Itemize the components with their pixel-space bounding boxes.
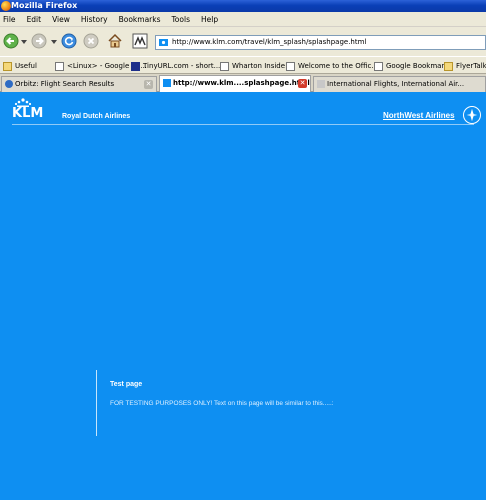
bookmark-label: Google Bookmark	[386, 62, 449, 70]
bookmark-wharton[interactable]: Wharton Inside	[220, 60, 285, 72]
forward-history-dropdown-icon[interactable]	[51, 40, 57, 44]
bookmark-welcome[interactable]: Welcome to the Offic...	[286, 60, 378, 72]
page-icon	[317, 80, 325, 88]
back-history-dropdown-icon[interactable]	[21, 40, 27, 44]
bookmark-label: TinyURL.com - short...	[143, 62, 221, 70]
menu-view[interactable]: View	[52, 15, 70, 24]
stop-icon[interactable]	[83, 33, 99, 49]
page-icon	[220, 61, 229, 71]
tab-label: Orbitz: Flight Search Results	[15, 80, 115, 88]
close-tab-icon[interactable]: ✕	[144, 80, 153, 89]
menu-bar: File Edit View History Bookmarks Tools H…	[0, 12, 486, 27]
test-title: Test page	[110, 381, 143, 388]
klm-logo: KLM	[12, 106, 44, 121]
window-titlebar: Mozilla Firefox	[0, 0, 486, 12]
bookmark-google-bookmark[interactable]: Google Bookmark	[374, 60, 448, 72]
bookmark-flyertalk[interactable]: FlyerTalk	[444, 60, 486, 72]
tab-klm[interactable]: http://www.klm....splashpage.html ✕	[159, 75, 311, 92]
menu-history[interactable]: History	[81, 15, 108, 24]
home-icon[interactable]	[107, 33, 123, 49]
klm-site-icon	[163, 79, 171, 87]
window-title: Mozilla Firefox	[11, 1, 78, 10]
test-text: FOR TESTING PURPOSES ONLY! Text on this …	[110, 400, 334, 407]
header-divider	[12, 124, 474, 125]
bookmark-label: Welcome to the Offic...	[298, 62, 379, 70]
url-bar[interactable]: http://www.klm.com/travel/klm_splash/spl…	[155, 35, 486, 50]
bookmarks-toolbar: Useful <Linux> - Google Se... TinyURL.co…	[0, 56, 486, 74]
klm-site-icon	[159, 39, 168, 46]
tab-international-flights[interactable]: International Flights, International Air…	[313, 76, 486, 92]
tab-orbitz[interactable]: Orbitz: Flight Search Results ✕	[1, 76, 157, 92]
klm-subtitle: Royal Dutch Airlines	[62, 113, 131, 120]
bookmark-tinyurl[interactable]: TinyURL.com - short...	[131, 60, 220, 72]
firefox-icon	[1, 1, 11, 11]
folder-icon	[3, 61, 12, 71]
northwest-logo-icon	[463, 106, 481, 124]
menu-edit[interactable]: Edit	[27, 15, 42, 24]
bookmark-label: FlyerTalk	[456, 62, 486, 70]
back-icon[interactable]	[3, 33, 19, 49]
folder-icon	[444, 61, 453, 71]
orbitz-icon	[5, 80, 13, 88]
page-content: KLM Royal Dutch Airlines NorthWest Airli…	[0, 92, 486, 500]
bookmark-label: Wharton Inside	[232, 62, 286, 70]
tab-strip: Orbitz: Flight Search Results ✕ http://w…	[0, 74, 486, 92]
close-tab-icon[interactable]: ✕	[298, 79, 307, 88]
reload-icon[interactable]	[61, 33, 77, 49]
google-icon	[55, 61, 64, 71]
menu-help[interactable]: Help	[201, 15, 218, 24]
bookmark-label: Useful	[15, 62, 37, 70]
menu-bookmarks[interactable]: Bookmarks	[119, 15, 161, 24]
tab-label: http://www.klm....splashpage.html	[173, 79, 310, 87]
extension-icon[interactable]	[132, 33, 148, 49]
bookmark-useful[interactable]: Useful	[3, 60, 37, 72]
page-icon	[374, 61, 383, 71]
menu-file[interactable]: File	[3, 15, 16, 24]
tab-label: International Flights, International Air…	[327, 80, 465, 88]
menu-tools[interactable]: Tools	[172, 15, 190, 24]
tinyurl-icon	[131, 61, 140, 71]
page-icon	[286, 61, 295, 71]
test-notice: Test page FOR TESTING PURPOSES ONLY! Tex…	[96, 370, 396, 436]
northwest-airlines-link[interactable]: NorthWest Airlines	[383, 111, 455, 120]
forward-icon[interactable]	[31, 33, 47, 49]
url-text: http://www.klm.com/travel/klm_splash/spl…	[172, 38, 367, 46]
